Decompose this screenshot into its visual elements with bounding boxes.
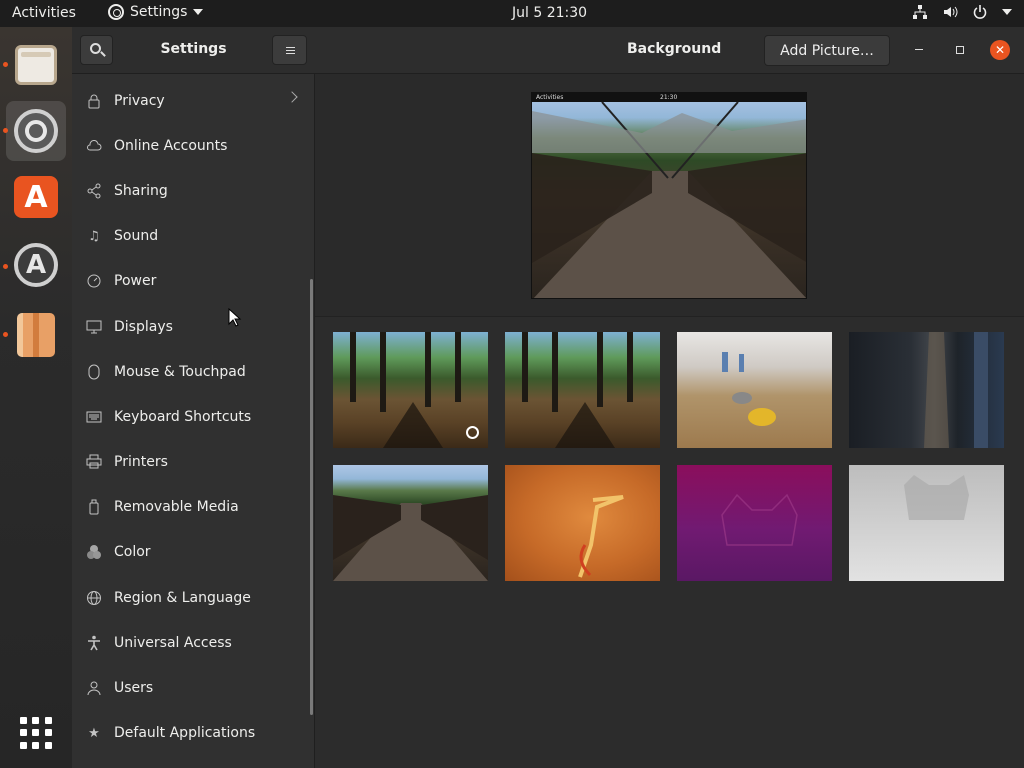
globe-icon [86, 590, 102, 606]
sidebar-item-label: Sound [114, 228, 159, 245]
archive-icon [17, 313, 55, 357]
background-panel: Background Add Picture… ✕ Activities 21:… [228, 27, 1024, 768]
color-icon [86, 544, 102, 560]
sidebar-item-label: Default Applications [114, 725, 256, 742]
current-background-preview: Activities 21:30 [531, 92, 807, 299]
files-icon [15, 45, 57, 85]
sidebar-item-universal-access[interactable]: Universal Access [72, 620, 308, 665]
dock-software-store[interactable]: A [6, 167, 66, 227]
keyboard-icon [86, 409, 102, 425]
sidebar-item-region-language[interactable]: Region & Language [72, 575, 308, 620]
sidebar-item-label: Privacy [114, 92, 165, 109]
wallpaper-thumbnail[interactable] [505, 465, 660, 581]
volume-icon [944, 6, 958, 18]
hamburger-menu-button[interactable] [272, 35, 307, 65]
dock-software-updater[interactable]: A [6, 235, 66, 295]
sidebar-item-label: Mouse & Touchpad [114, 363, 246, 380]
power-icon [86, 273, 102, 289]
sidebar-item-label: Power [114, 273, 157, 290]
mouse-cursor-icon [228, 308, 242, 327]
software-store-icon: A [14, 176, 58, 218]
sidebar-item-label: Universal Access [114, 634, 232, 651]
bridge-image [532, 101, 806, 298]
sidebar-item-sound[interactable]: ♫ Sound [72, 214, 308, 259]
sidebar-item-label: Displays [114, 318, 173, 335]
activities-button[interactable]: Activities [12, 5, 76, 21]
maximize-icon[interactable] [956, 46, 964, 54]
running-indicator [3, 62, 8, 67]
display-icon [86, 319, 102, 335]
sidebar-item-label: Color [114, 544, 151, 561]
system-tray[interactable] [912, 4, 1012, 20]
lock-icon [86, 93, 102, 109]
sidebar-item-users[interactable]: Users [72, 665, 308, 710]
running-indicator [3, 332, 8, 337]
sidebar-item-online-accounts[interactable]: Online Accounts [72, 123, 308, 168]
software-updater-icon: A [14, 243, 58, 287]
sidebar-item-label: Online Accounts [114, 137, 228, 154]
sidebar-item-label: Users [114, 680, 154, 697]
sidebar-item-label: Keyboard Shortcuts [114, 408, 252, 425]
wallpaper-thumbnail[interactable] [505, 332, 660, 448]
dock-files[interactable] [6, 35, 66, 95]
network-icon [913, 5, 927, 19]
running-indicator [3, 128, 8, 133]
app-menu-label: Settings [130, 4, 188, 20]
wallpaper-thumbnail[interactable] [849, 332, 1004, 448]
sidebar-scrollbar[interactable] [310, 279, 313, 715]
sidebar-item-printers[interactable]: Printers [72, 440, 308, 485]
running-indicator [3, 264, 8, 269]
wallpaper-thumbnail[interactable] [849, 465, 1004, 581]
sidebar-item-label: Sharing [114, 182, 168, 199]
chevron-right-icon [286, 91, 298, 103]
chevron-down-icon [1002, 9, 1012, 15]
sidebar-header: Settings [72, 27, 315, 74]
dock: A A [0, 27, 72, 768]
settings-icon [14, 109, 58, 153]
sidebar-item-label: Printers [114, 454, 168, 471]
dock-archive-manager[interactable] [6, 305, 66, 365]
top-bar: Activities Settings Jul 5 21:30 [0, 0, 1024, 27]
sidebar-item-mouse-touchpad[interactable]: Mouse & Touchpad [72, 349, 308, 394]
sidebar-item-label: Removable Media [114, 499, 239, 516]
music-note-icon: ♫ [88, 228, 100, 244]
power-icon [973, 5, 987, 19]
dock-settings[interactable] [6, 101, 66, 161]
sidebar-item-keyboard-shortcuts[interactable]: Keyboard Shortcuts [72, 394, 308, 439]
sidebar-item-removable-media[interactable]: Removable Media [72, 485, 308, 530]
preview-area: Activities 21:30 [315, 74, 1024, 317]
close-icon[interactable]: ✕ [990, 40, 1010, 60]
app-menu[interactable]: Settings [108, 4, 204, 20]
sidebar-item-label: Region & Language [114, 589, 251, 606]
selected-check-icon [466, 426, 479, 439]
clock[interactable]: Jul 5 21:30 [512, 5, 587, 21]
sidebar-item-power[interactable]: Power [72, 259, 308, 304]
show-apps-icon[interactable] [20, 717, 52, 749]
settings-sidebar: Settings Privacy Online Accounts Sharing… [72, 27, 315, 768]
sidebar-item-displays[interactable]: Displays [72, 304, 308, 349]
star-icon: ★ [88, 725, 100, 741]
sidebar-item-privacy[interactable]: Privacy [72, 78, 308, 123]
page-title: Background [627, 41, 722, 57]
wallpaper-thumbnail[interactable] [677, 465, 832, 581]
chevron-down-icon [193, 9, 204, 15]
accessibility-icon [86, 635, 102, 651]
wallpaper-thumbnail[interactable] [333, 465, 488, 581]
sidebar-item-default-applications[interactable]: ★ Default Applications [72, 711, 308, 756]
mouse-icon [86, 364, 102, 380]
sidebar-list: Privacy Online Accounts Sharing ♫ Sound … [72, 78, 308, 756]
add-picture-button[interactable]: Add Picture… [764, 35, 890, 66]
header-bar: Background Add Picture… ✕ [315, 27, 1024, 74]
usb-icon [86, 499, 102, 515]
gear-icon [108, 4, 124, 20]
sidebar-item-sharing[interactable]: Sharing [72, 168, 308, 213]
sidebar-item-color[interactable]: Color [72, 530, 308, 575]
cloud-icon [86, 138, 102, 154]
minimize-icon[interactable] [915, 49, 923, 50]
wallpaper-thumbnail[interactable] [333, 332, 488, 448]
printer-icon [86, 454, 102, 470]
wallpaper-thumbnail[interactable] [677, 332, 832, 448]
users-icon [86, 680, 102, 696]
share-icon [86, 183, 102, 199]
